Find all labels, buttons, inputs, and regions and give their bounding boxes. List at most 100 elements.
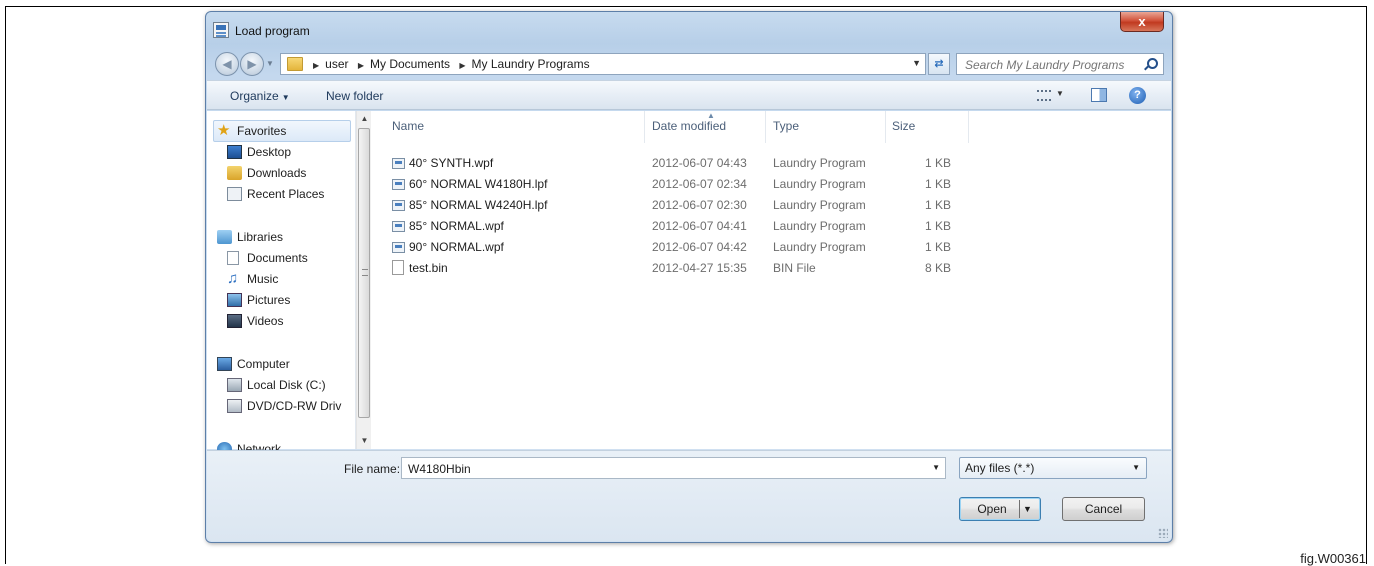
file-name: 60° NORMAL W4180H.lpf xyxy=(409,177,548,191)
view-chevron-down-icon[interactable]: ▼ xyxy=(1056,89,1064,98)
sidebar-item-label: Downloads xyxy=(247,166,307,180)
file-size: 1 KB xyxy=(924,177,951,191)
file-name-field[interactable] xyxy=(406,461,916,477)
laundry-program-file-icon xyxy=(392,221,405,232)
blank-file-icon xyxy=(392,260,404,275)
breadcrumb-chevron-icon[interactable]: ▶ xyxy=(358,61,364,70)
cancel-button[interactable]: Cancel xyxy=(1062,497,1145,521)
sidebar-item-label: Pictures xyxy=(247,293,291,307)
downloads-icon xyxy=(227,166,242,180)
libraries-icon xyxy=(217,230,232,244)
back-button[interactable]: ◀ xyxy=(215,52,239,76)
file-date: 2012-06-07 04:41 xyxy=(652,219,747,233)
address-bar[interactable]: ▶ user ▶ My Documents ▶ My Laundry Programs… xyxy=(280,53,926,75)
recent-pages-chevron-icon[interactable]: ▼ xyxy=(266,59,274,68)
file-size: 1 KB xyxy=(924,198,951,212)
pictures-icon xyxy=(227,293,242,307)
scroll-down-arrow-icon[interactable]: ▼ xyxy=(357,433,372,449)
file-date: 2012-04-27 15:35 xyxy=(652,261,747,275)
forward-button[interactable]: ▶ xyxy=(240,52,264,76)
breadcrumb-chevron-icon[interactable]: ▶ xyxy=(313,61,319,70)
column-divider[interactable] xyxy=(968,111,969,143)
file-name: 85° NORMAL W4240H.lpf xyxy=(409,198,548,212)
open-options-dropdown-icon[interactable]: ▼ xyxy=(1023,498,1032,520)
sidebar-item-label: Favorites xyxy=(237,124,287,138)
breadcrumb-chevron-icon[interactable]: ▶ xyxy=(459,61,465,70)
navigation-scrollbar[interactable]: ▲ ▼ xyxy=(356,111,371,449)
file-name-dropdown-icon[interactable]: ▼ xyxy=(932,463,940,472)
column-divider[interactable] xyxy=(885,111,886,143)
file-type: Laundry Program xyxy=(773,177,866,191)
app-icon xyxy=(213,22,229,38)
file-type: Laundry Program xyxy=(773,156,866,170)
file-row[interactable]: 90° NORMAL.wpf 2012-06-07 04:42 Laundry … xyxy=(372,237,1171,258)
file-row[interactable]: 60° NORMAL W4180H.lpf 2012-06-07 02:34 L… xyxy=(372,174,1171,195)
sidebar-item-label: Desktop xyxy=(247,145,292,159)
file-list: ▲ Name Date modified Type Size 40° SYNTH… xyxy=(372,111,1171,449)
file-name-combo[interactable]: ▼ xyxy=(401,457,946,479)
file-size: 1 KB xyxy=(924,219,951,233)
dvd-drive-icon xyxy=(227,399,242,413)
preview-pane-icon[interactable] xyxy=(1091,88,1107,102)
file-type-select[interactable]: Any files (*.*) ▼ xyxy=(959,457,1147,479)
file-date: 2012-06-07 02:34 xyxy=(652,177,747,191)
search-input[interactable] xyxy=(963,57,1138,73)
address-dropdown-icon[interactable]: ▼ xyxy=(912,58,921,68)
new-folder-button[interactable]: New folder xyxy=(326,89,383,103)
navigation-bar: ◀ ▶ ▼ ▶ user ▶ My Documents ▶ My Laundry Pr… xyxy=(206,50,1172,78)
file-name-label: File name: xyxy=(344,462,401,476)
breadcrumb-my-documents[interactable]: My Documents xyxy=(370,57,450,71)
music-icon: ♫ xyxy=(227,270,239,287)
folder-icon xyxy=(287,57,303,71)
file-row[interactable]: 40° SYNTH.wpf 2012-06-07 04:43 Laundry P… xyxy=(372,153,1171,174)
close-button[interactable]: x xyxy=(1120,12,1164,32)
search-icon[interactable] xyxy=(1147,58,1158,69)
column-divider[interactable] xyxy=(644,111,645,143)
file-row[interactable]: 85° NORMAL.wpf 2012-06-07 04:41 Laundry … xyxy=(372,216,1171,237)
scroll-grip xyxy=(362,269,368,276)
column-header-type[interactable]: Type xyxy=(773,119,799,133)
file-date: 2012-06-07 02:30 xyxy=(652,198,747,212)
refresh-icon: ⇄ xyxy=(934,58,944,70)
column-divider[interactable] xyxy=(765,111,766,143)
file-name: 40° SYNTH.wpf xyxy=(409,156,494,170)
laundry-program-file-icon xyxy=(392,242,405,253)
file-size: 8 KB xyxy=(924,261,951,275)
help-icon[interactable]: ? xyxy=(1129,87,1146,104)
command-bar: Organize ▼ New folder ▼ ? xyxy=(207,80,1171,110)
sidebar-item-label: Recent Places xyxy=(247,187,325,201)
sidebar-item-label: Documents xyxy=(247,251,308,265)
laundry-program-file-icon xyxy=(392,179,405,190)
organize-label: Organize xyxy=(230,89,279,103)
laundry-program-file-icon xyxy=(392,158,405,169)
desktop-icon xyxy=(227,145,242,159)
column-header-size[interactable]: Size xyxy=(892,119,915,133)
sidebar-item-label: Computer xyxy=(237,357,290,371)
refresh-button[interactable]: ⇄ xyxy=(928,53,950,75)
view-options-icon[interactable] xyxy=(1037,90,1051,101)
breadcrumb-user[interactable]: user xyxy=(325,57,348,71)
resize-grip[interactable] xyxy=(1158,528,1168,538)
dialog-footer: File name: ▼ Any files (*.*) ▼ Open ▼ Ca… xyxy=(207,450,1171,541)
column-header-name[interactable]: Name xyxy=(392,119,424,133)
sidebar-item-label: Videos xyxy=(247,314,284,328)
breadcrumb-my-laundry-programs[interactable]: My Laundry Programs xyxy=(472,57,590,71)
scroll-thumb[interactable] xyxy=(358,128,370,418)
file-row[interactable]: test.bin 2012-04-27 15:35 BIN File 8 KB xyxy=(372,258,1171,279)
column-header-date-modified[interactable]: Date modified xyxy=(652,119,726,133)
sidebar-item-label: Libraries xyxy=(237,230,284,244)
open-label: Open xyxy=(977,502,1007,516)
window-title: Load program xyxy=(235,24,310,38)
file-date: 2012-06-07 04:42 xyxy=(652,240,747,254)
open-button[interactable]: Open ▼ xyxy=(959,497,1041,521)
file-name: 90° NORMAL.wpf xyxy=(409,240,504,254)
title-bar[interactable]: Load program x xyxy=(206,12,1172,48)
file-row[interactable]: 85° NORMAL W4240H.lpf 2012-06-07 02:30 L… xyxy=(372,195,1171,216)
search-box[interactable] xyxy=(956,53,1164,75)
scroll-up-arrow-icon[interactable]: ▲ xyxy=(357,111,372,127)
file-type: Laundry Program xyxy=(773,240,866,254)
organize-button[interactable]: Organize ▼ xyxy=(230,89,290,103)
file-type: Laundry Program xyxy=(773,219,866,233)
file-type-dropdown-icon: ▼ xyxy=(1132,463,1140,472)
file-type: Laundry Program xyxy=(773,198,866,212)
